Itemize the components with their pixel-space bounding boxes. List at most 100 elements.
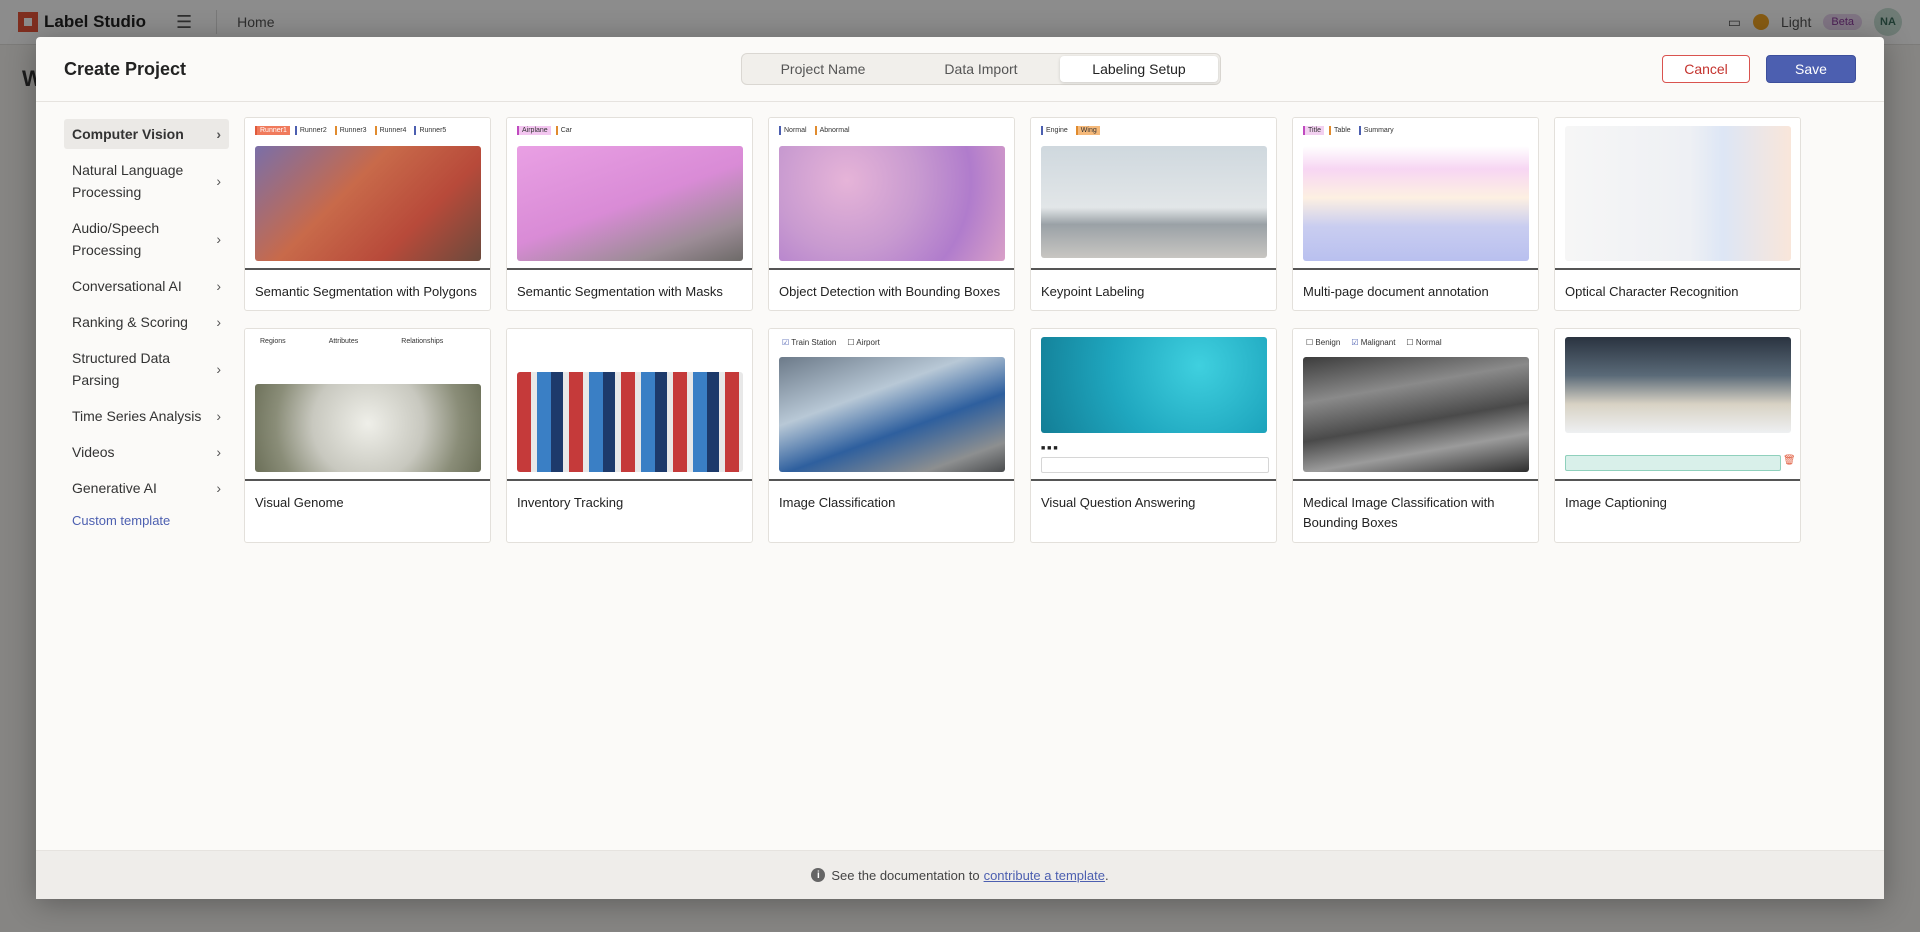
label-chip: Runner1 bbox=[255, 126, 290, 135]
sidebar-item-label: Structured Data Parsing bbox=[72, 350, 171, 388]
modal-header: Create Project Project Name Data Import … bbox=[36, 37, 1884, 102]
template-preview: Regions Attributes Relationships bbox=[245, 329, 490, 481]
modal-footer: i See the documentation to contribute a … bbox=[36, 850, 1884, 899]
sidebar-item-structured-data[interactable]: Structured Data Parsing › bbox=[64, 343, 229, 395]
template-preview: Engine Wing bbox=[1031, 118, 1276, 270]
sidebar-item-audio-speech[interactable]: Audio/Speech Processing › bbox=[64, 213, 229, 265]
sidebar-item-label: Conversational AI bbox=[72, 278, 182, 294]
template-card-vqa[interactable]: ■ ■ ■ Visual Question Answering bbox=[1030, 328, 1277, 543]
sidebar-item-conversational-ai[interactable]: Conversational AI › bbox=[64, 271, 229, 301]
template-card-semantic-polygons[interactable]: Runner1 Runner2 Runner3 Runner4 Runner5 … bbox=[244, 117, 491, 311]
template-name: Semantic Segmentation with Masks bbox=[517, 284, 723, 299]
sidebar-item-generative-ai[interactable]: Generative AI › bbox=[64, 473, 229, 503]
checkbox-icon[interactable]: ☐ bbox=[1406, 338, 1415, 347]
template-name: Semantic Segmentation with Polygons bbox=[255, 284, 477, 299]
sidebar-item-label: Videos bbox=[72, 444, 115, 460]
chip-text: Train Station bbox=[791, 338, 837, 347]
template-card-object-detection[interactable]: Normal Abnormal Object Detection with Bo… bbox=[768, 117, 1015, 311]
template-name: Medical Image Classification with Boundi… bbox=[1303, 495, 1495, 530]
question-prompt: ■ ■ ■ bbox=[1041, 445, 1058, 452]
checkbox-icon[interactable]: ☐ bbox=[847, 338, 856, 347]
jet-image bbox=[1041, 146, 1267, 258]
balls-image bbox=[1041, 337, 1267, 433]
sidebar-item-label: Natural Language Processing bbox=[72, 162, 184, 200]
template-preview: ■ ■ ■ bbox=[1031, 329, 1276, 481]
sidebar-item-nlp[interactable]: Natural Language Processing › bbox=[64, 155, 229, 207]
ultrasound-image bbox=[1303, 357, 1529, 472]
template-preview bbox=[507, 329, 752, 481]
template-name: Visual Question Answering bbox=[1041, 495, 1196, 510]
template-card-captioning[interactable]: 🗑 Image Captioning bbox=[1554, 328, 1801, 543]
template-name: Object Detection with Bounding Boxes bbox=[779, 284, 1001, 299]
checkbox-checked-icon[interactable]: ☑ bbox=[1351, 338, 1360, 347]
template-card-ocr[interactable]: Optical Character Recognition bbox=[1554, 117, 1801, 311]
invoice-image bbox=[1565, 126, 1791, 261]
answer-field[interactable] bbox=[1041, 457, 1269, 473]
checkbox-icon[interactable]: ☐ bbox=[1306, 338, 1315, 347]
chip-text: Malignant bbox=[1360, 338, 1396, 347]
template-card-medical[interactable]: ☐ Benign ☑ Malignant ☐ Normal Medical Im… bbox=[1292, 328, 1539, 543]
chevron-right-icon: › bbox=[216, 278, 221, 294]
sidebar-item-label: Generative AI bbox=[72, 480, 157, 496]
label-chips: Regions Attributes Relationships bbox=[255, 337, 446, 346]
template-card-multipage-document[interactable]: Title Table Summary Multi-page document … bbox=[1292, 117, 1539, 311]
modal-title: Create Project bbox=[64, 59, 187, 79]
runners-image bbox=[255, 146, 481, 261]
sidebar-item-videos[interactable]: Videos › bbox=[64, 437, 229, 467]
label-chip: Relationships bbox=[401, 338, 444, 345]
template-card-image-classification[interactable]: ☑ Train Station ☐ Airport Image Classifi… bbox=[768, 328, 1015, 543]
snow-forest-image bbox=[1565, 337, 1791, 433]
sidebar-item-label: Audio/Speech Processing bbox=[72, 220, 160, 258]
label-chip: Runner3 bbox=[334, 126, 370, 135]
shelf-image bbox=[517, 372, 743, 472]
label-chip: ☑ Train Station bbox=[779, 337, 839, 348]
checkbox-checked-icon[interactable]: ☑ bbox=[782, 338, 791, 347]
template-name: Inventory Tracking bbox=[517, 495, 624, 510]
sidebar-item-computer-vision[interactable]: Computer Vision › bbox=[64, 119, 229, 149]
caption-field[interactable] bbox=[1565, 455, 1781, 471]
trash-icon[interactable]: 🗑 bbox=[1783, 455, 1796, 466]
label-chip: Title bbox=[1303, 126, 1324, 135]
label-chip: Car bbox=[555, 126, 575, 135]
custom-template-link[interactable]: Custom template bbox=[64, 509, 229, 532]
sidebar-item-time-series[interactable]: Time Series Analysis › bbox=[64, 401, 229, 431]
template-preview bbox=[1555, 118, 1800, 270]
chevron-right-icon: › bbox=[216, 126, 221, 142]
info-icon: i bbox=[811, 868, 826, 882]
chip-text: Normal bbox=[1415, 338, 1442, 347]
template-name: Keypoint Labeling bbox=[1041, 284, 1145, 299]
label-chip: Engine bbox=[1041, 126, 1071, 135]
label-chip: Normal bbox=[779, 126, 810, 135]
cancel-button[interactable]: Cancel bbox=[1662, 55, 1750, 83]
contribute-template-link[interactable]: contribute a template bbox=[984, 868, 1105, 883]
label-chips: Airplane Car bbox=[517, 126, 575, 135]
template-category-sidebar: Computer Vision › Natural Language Proce… bbox=[64, 119, 229, 532]
sidebar-item-ranking-scoring[interactable]: Ranking & Scoring › bbox=[64, 307, 229, 337]
template-name: Optical Character Recognition bbox=[1565, 284, 1739, 299]
template-card-keypoint[interactable]: Engine Wing Keypoint Labeling bbox=[1030, 117, 1277, 311]
template-preview: Title Table Summary bbox=[1293, 118, 1538, 270]
template-name: Image Classification bbox=[779, 495, 896, 510]
label-chip: ☐ Benign bbox=[1303, 337, 1343, 348]
label-chip: ☑ Malignant bbox=[1348, 337, 1398, 348]
chip-text: Benign bbox=[1315, 338, 1341, 347]
label-chip: Regions bbox=[260, 338, 286, 345]
template-name: Visual Genome bbox=[255, 495, 344, 510]
save-button[interactable]: Save bbox=[1766, 55, 1856, 83]
label-chip: Attributes bbox=[328, 338, 359, 345]
label-chip: Runner4 bbox=[374, 126, 410, 135]
template-name: Image Captioning bbox=[1565, 495, 1667, 510]
tab-project-name[interactable]: Project Name bbox=[744, 56, 902, 82]
tab-data-import[interactable]: Data Import bbox=[902, 56, 1060, 82]
template-name: Multi-page document annotation bbox=[1303, 284, 1489, 299]
template-card-semantic-masks[interactable]: Airplane Car Semantic Segmentation with … bbox=[506, 117, 753, 311]
label-chip: Abnormal bbox=[814, 126, 853, 135]
label-chip: Wing bbox=[1075, 126, 1100, 135]
template-card-inventory[interactable]: Inventory Tracking bbox=[506, 328, 753, 543]
template-preview: ☑ Train Station ☐ Airport bbox=[769, 329, 1014, 481]
label-chips: ☑ Train Station ☐ Airport bbox=[779, 337, 883, 348]
footer-text: See the documentation to bbox=[831, 867, 980, 883]
chevron-right-icon: › bbox=[216, 231, 221, 247]
tab-labeling-setup[interactable]: Labeling Setup bbox=[1060, 56, 1218, 82]
template-card-visual-genome[interactable]: Regions Attributes Relationships Visual … bbox=[244, 328, 491, 543]
